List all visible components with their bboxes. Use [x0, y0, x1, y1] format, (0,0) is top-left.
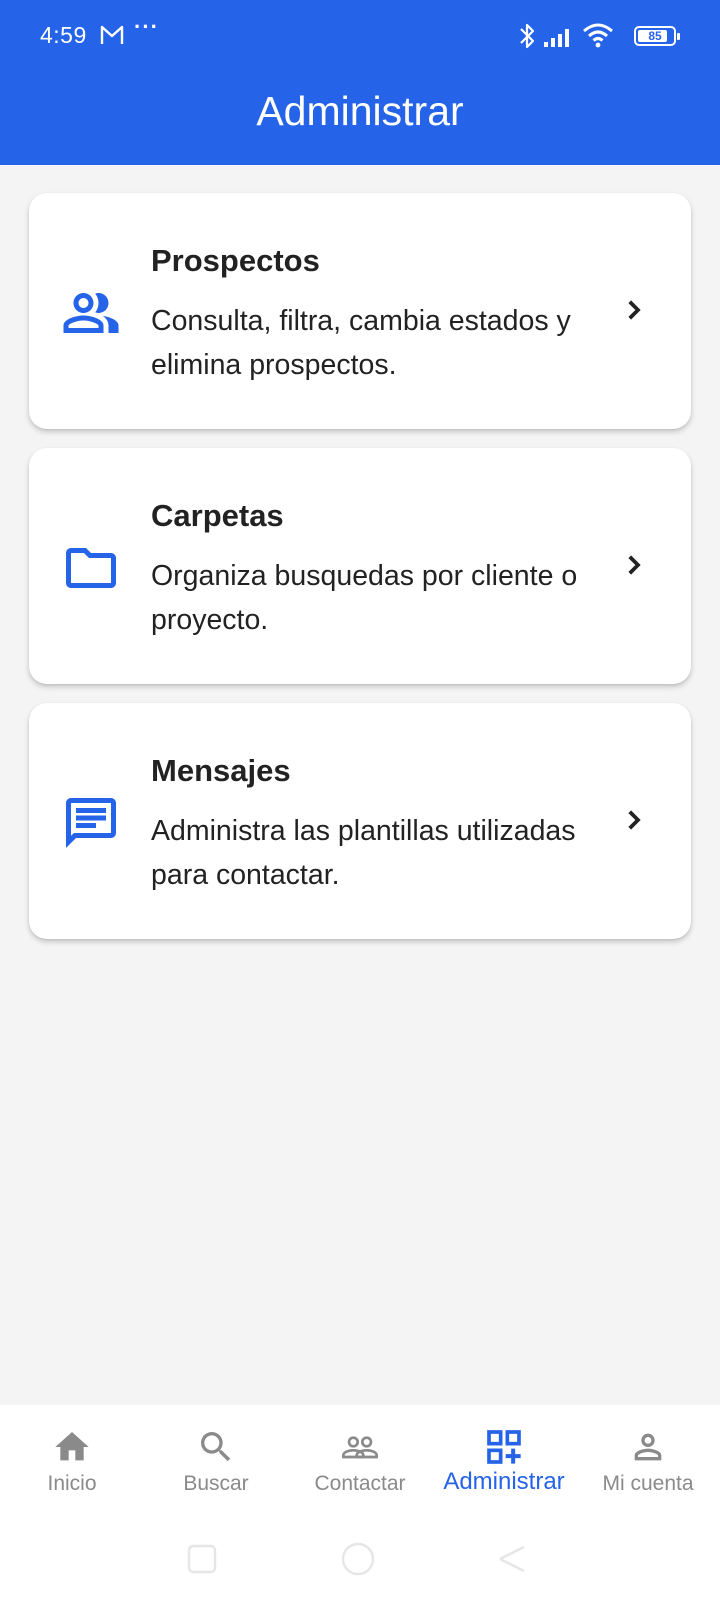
nav-item-inicio[interactable]: Inicio [0, 1405, 144, 1525]
card-title: Prospectos [151, 243, 320, 278]
nav-item-mi-cuenta[interactable]: Mi cuenta [576, 1405, 720, 1525]
bluetooth-icon [520, 23, 535, 49]
nav-label: Buscar [183, 1472, 249, 1495]
message-icon [66, 798, 116, 848]
card-title: Mensajes [151, 753, 291, 788]
person-icon [634, 1433, 662, 1461]
home-button[interactable] [340, 1541, 376, 1577]
status-time: 4:59 [40, 22, 87, 48]
card-title: Carpetas [151, 498, 284, 533]
nav-item-administrar[interactable]: Administrar [432, 1405, 576, 1525]
nav-label: Inicio [47, 1472, 97, 1495]
search-icon [201, 1432, 231, 1462]
card-prospectos[interactable]: Prospectos Consulta, filtra, cambia esta… [29, 193, 691, 429]
people-icon [63, 293, 119, 333]
nav-item-contactar[interactable]: Contactar [288, 1405, 432, 1525]
battery-text: 85 [648, 29, 662, 43]
gmail-icon [100, 25, 124, 44]
nav-label: Administrar [443, 1468, 565, 1495]
card-mensajes[interactable]: Mensajes Administra las plantillas utili… [29, 703, 691, 939]
card-carpetas[interactable]: Carpetas Organiza busquedas por cliente … [29, 448, 691, 684]
more-notifications-icon: ··· [134, 14, 159, 39]
folder-icon [66, 548, 116, 588]
back-button[interactable] [496, 1543, 528, 1575]
nav-item-buscar[interactable]: Buscar [144, 1405, 288, 1525]
chevron-right-icon [628, 555, 641, 575]
contacts-icon [342, 1436, 378, 1459]
bottom-navigation: Inicio Buscar Contactar Administrar Mi c… [0, 1405, 720, 1525]
nav-label: Contactar [314, 1472, 406, 1495]
card-description: Consulta, filtra, cambia estados y elimi… [151, 305, 571, 381]
home-icon [55, 1432, 89, 1461]
system-navigation-bar [0, 1525, 720, 1600]
status-bar: 4:59 ··· 85 [0, 0, 720, 72]
page-title: Administrar [256, 88, 464, 134]
card-description: Organiza busquedas por cliente o proyect… [151, 560, 578, 636]
signal-icon [544, 29, 569, 47]
chevron-right-icon [628, 300, 641, 320]
nav-label: Mi cuenta [602, 1472, 694, 1495]
grid-add-icon [487, 1430, 521, 1464]
recents-button[interactable] [186, 1543, 218, 1575]
battery-icon: 85 [634, 26, 680, 46]
app-bar: 4:59 ··· 85 Administrar [0, 0, 720, 165]
chevron-right-icon [628, 810, 641, 830]
wifi-icon [583, 23, 613, 48]
card-description: Administra las plantillas utilizadas par… [151, 815, 576, 891]
